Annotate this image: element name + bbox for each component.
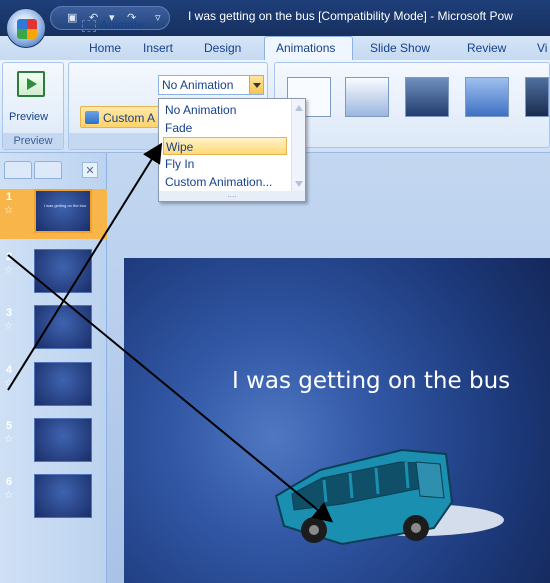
preview-icon[interactable]: [17, 71, 45, 97]
tab-slide-show[interactable]: Slide Show: [370, 41, 430, 55]
dropdown-item-no-animation[interactable]: No Animation: [163, 101, 287, 119]
office-logo-icon: [17, 19, 37, 39]
slide-thumb-caption: I was getting on the bus: [43, 203, 87, 208]
animate-label: Animate:: [100, 18, 148, 32]
transition-thumb[interactable]: [345, 77, 389, 117]
transition-thumb[interactable]: [525, 77, 549, 117]
customize-toolbar-icon[interactable]: ▿: [155, 12, 167, 24]
slide-thumb-row[interactable]: 2 ☆: [0, 249, 107, 299]
slide-thumb-row[interactable]: 1 ☆ I was getting on the bus: [0, 189, 107, 239]
animation-star-icon: ☆: [4, 321, 13, 332]
bus-clipart[interactable]: [124, 258, 550, 583]
slide-thumb-row[interactable]: 6 ☆: [0, 474, 107, 524]
save-icon[interactable]: ▣: [67, 12, 79, 24]
transition-gallery: [274, 62, 550, 148]
tab-animations[interactable]: Animations: [264, 36, 353, 61]
scroll-down-icon[interactable]: [295, 181, 303, 187]
animation-star-icon: ☆: [4, 434, 13, 445]
resize-grip[interactable]: ....: [159, 191, 305, 201]
chevron-down-icon[interactable]: [249, 76, 263, 94]
tab-slides[interactable]: [4, 161, 32, 179]
dropdown-item-wipe[interactable]: Wipe: [163, 137, 287, 155]
slide-thumb-row[interactable]: 4 ☆: [0, 362, 107, 412]
tab-review[interactable]: Review: [467, 41, 506, 55]
slide-number: 5: [6, 420, 13, 432]
custom-animation-button[interactable]: Custom A: [80, 106, 160, 128]
slide-number: 4: [6, 364, 13, 376]
office-button[interactable]: [6, 8, 46, 48]
preview-group-label: Preview: [3, 133, 63, 149]
slide-number: 6: [6, 476, 13, 488]
transition-thumb[interactable]: [465, 77, 509, 117]
scroll-up-icon[interactable]: [295, 105, 303, 111]
slide-number: 2: [6, 251, 13, 263]
animate-dropdown-list: No Animation Fade Wipe Fly In Custom Ani…: [158, 98, 306, 202]
animation-star-icon: ☆: [4, 490, 13, 501]
tab-view[interactable]: Vi: [537, 41, 547, 55]
tab-home[interactable]: Home: [89, 41, 121, 55]
animate-select[interactable]: No Animation: [158, 75, 264, 95]
dropdown-item-fly-in[interactable]: Fly In: [163, 155, 287, 173]
slide-thumb-row[interactable]: 3 ☆: [0, 305, 107, 355]
slide-thumbnail[interactable]: [34, 474, 92, 518]
animation-star-icon: ☆: [4, 205, 13, 216]
slide-title[interactable]: I was getting on the bus: [232, 368, 510, 394]
dropdown-item-custom-animation[interactable]: Custom Animation...: [163, 173, 287, 191]
animation-star-icon: ☆: [4, 378, 13, 389]
slides-pane: ✕ 1 ☆ I was getting on the bus 2 ☆ 3 ☆ 4…: [0, 153, 107, 583]
slide-thumbnail[interactable]: I was getting on the bus: [34, 189, 92, 233]
tab-insert[interactable]: Insert: [143, 41, 173, 55]
custom-animation-label: Custom A: [103, 111, 156, 125]
tab-animations-label: Animations: [276, 41, 336, 55]
close-icon[interactable]: ✕: [82, 162, 98, 178]
preview-button-label[interactable]: Preview: [9, 111, 48, 123]
slide-thumbnail[interactable]: [34, 418, 92, 462]
slide-number: 1: [6, 191, 13, 203]
pane-tabs: [4, 161, 66, 179]
slide-thumbnail[interactable]: [34, 249, 92, 293]
transition-thumb[interactable]: [405, 77, 449, 117]
window-title: I was getting on the bus [Compatibility …: [188, 9, 513, 23]
animation-star-icon: ☆: [4, 265, 13, 276]
current-slide[interactable]: [124, 258, 550, 583]
slide-number: 3: [6, 307, 13, 319]
tab-outline[interactable]: [34, 161, 62, 179]
tab-design[interactable]: Design: [204, 41, 241, 55]
slide-thumbnail[interactable]: [34, 305, 92, 349]
dropdown-scrollbar[interactable]: [291, 99, 305, 191]
slide-thumbnail[interactable]: [34, 362, 92, 406]
slide-thumb-row[interactable]: 5 ☆: [0, 418, 107, 468]
animate-select-value: No Animation: [162, 78, 234, 92]
custom-animation-icon: [85, 111, 99, 124]
animate-icon: [82, 20, 96, 32]
preview-group: Preview Preview: [2, 62, 64, 150]
dropdown-item-fade[interactable]: Fade: [163, 119, 287, 137]
